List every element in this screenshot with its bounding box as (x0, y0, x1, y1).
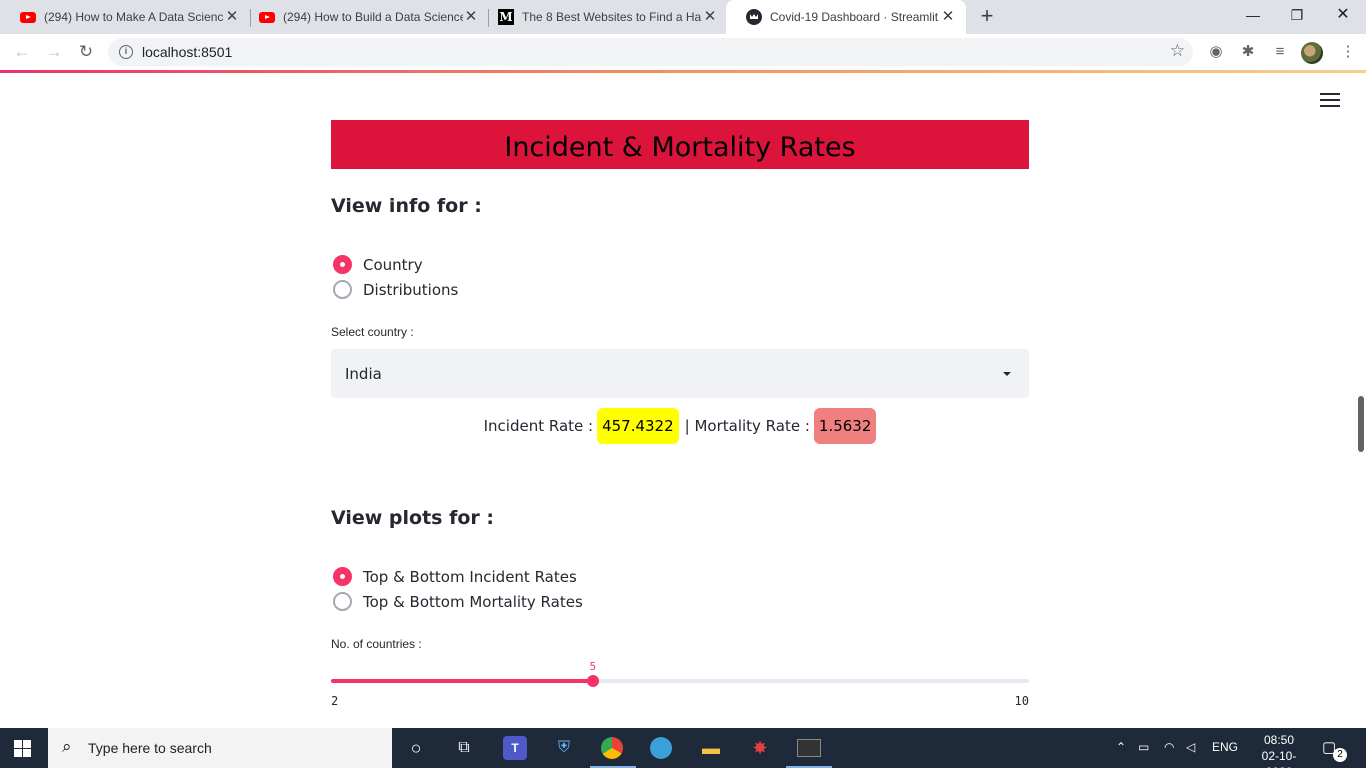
clock-date: 02-10-2020 (1261, 749, 1297, 779)
task-view-icon[interactable]: ⧉ (452, 736, 476, 760)
medium-icon: M (498, 9, 514, 25)
search-icon: ⌕ (62, 737, 72, 756)
chrome-icon[interactable] (601, 737, 623, 759)
restore-button[interactable]: ❐ (1274, 0, 1320, 30)
country-select[interactable]: India (331, 349, 1029, 398)
mortality-rate-value: 1.5632 (813, 408, 877, 444)
radio-label: Distributions (363, 280, 459, 299)
terminal-icon[interactable] (797, 739, 821, 757)
wifi-icon[interactable]: ◠ (1164, 740, 1174, 754)
select-country-label: Select country : (331, 325, 414, 339)
slider-max-value: 10 (1014, 694, 1029, 708)
radio-label: Top & Bottom Mortality Rates (363, 592, 583, 611)
radio-selected-icon[interactable] (333, 255, 352, 274)
forward-arrow-icon[interactable]: → (42, 40, 66, 64)
mortality-rate-label: | Mortality Rate : (684, 417, 810, 435)
search-placeholder: Type here to search (88, 740, 212, 756)
country-select-value: India (345, 365, 382, 383)
browser-tab-strip: (294) How to Make A Data Science ✕ (294)… (0, 0, 1366, 34)
cortana-circle-icon[interactable]: ○ (404, 736, 428, 760)
media-queue-icon[interactable]: ≡ (1270, 42, 1290, 62)
slider-current-value: 5 (589, 660, 597, 673)
clock-time: 08:50 (1263, 733, 1295, 747)
tab-covid-dashboard[interactable]: Covid-19 Dashboard · Streamlit ✕ (726, 0, 966, 34)
radio-option-country[interactable]: Country (333, 255, 423, 274)
streamlit-header-decoration (0, 70, 1366, 73)
tab-title: The 8 Best Websites to Find a Ha (522, 10, 702, 24)
slider-fill (331, 679, 593, 683)
radio-label: Country (363, 255, 423, 274)
main-content: Incident & Mortality Rates View info for… (331, 120, 1029, 708)
file-explorer-icon[interactable]: ▬ (699, 736, 723, 760)
kebab-menu-icon[interactable]: ⋮ (1338, 42, 1358, 62)
language-indicator[interactable]: ENG (1212, 740, 1238, 754)
radio-unselected-icon[interactable] (333, 592, 352, 611)
radio-option-mortality-rates[interactable]: Top & Bottom Mortality Rates (333, 592, 583, 611)
battery-icon[interactable]: ▭ (1138, 740, 1149, 754)
volume-icon[interactable]: ◁ (1186, 740, 1195, 754)
new-tab-button[interactable]: + (976, 5, 998, 27)
web-app-icon[interactable]: ✸ (748, 736, 772, 760)
browser-toolbar: ← → ↻ i localhost:8501 ☆ ◉ ✱ ≡ ⋮ (0, 34, 1366, 70)
incident-rate-label: Incident Rate : (483, 417, 594, 435)
incident-rate-value: 457.4322 (597, 408, 679, 444)
radio-label: Top & Bottom Incident Rates (363, 567, 577, 586)
tab-title: Covid-19 Dashboard · Streamlit (770, 10, 939, 24)
close-icon[interactable]: ✕ (940, 9, 956, 25)
countries-slider[interactable]: 5 (331, 660, 1029, 687)
windows-start-icon[interactable] (14, 740, 31, 757)
minimize-button[interactable]: — (1230, 0, 1276, 30)
reload-icon[interactable]: ↻ (74, 40, 98, 64)
window-close-button[interactable]: ✕ (1320, 0, 1366, 30)
notification-count-badge: 2 (1333, 748, 1347, 762)
tray-chevron-up-icon[interactable]: ⌃ (1116, 740, 1126, 754)
slider-min-value: 2 (331, 694, 339, 708)
caret-down-icon[interactable] (1003, 372, 1011, 376)
taskbar-clock[interactable]: 08:50 02-10-2020 (1250, 732, 1308, 780)
hamburger-menu-icon[interactable] (1320, 93, 1340, 109)
windows-taskbar: ⌕ Type here to search ○ ⧉ T ⛨ ▬ ✸ ⌃ ▭ ◠ … (0, 728, 1366, 779)
profile-avatar[interactable] (1301, 42, 1323, 64)
tab-youtube-data-science-2[interactable]: (294) How to Build a Data Science ✕ (239, 0, 489, 34)
extension-circle-icon[interactable]: ◉ (1206, 42, 1226, 62)
address-bar[interactable]: i localhost:8501 ☆ (108, 38, 1193, 66)
bookmark-star-icon[interactable]: ☆ (1170, 41, 1185, 61)
radio-selected-icon[interactable] (333, 567, 352, 586)
close-icon[interactable]: ✕ (224, 9, 240, 25)
tab-title: (294) How to Build a Data Science (283, 10, 463, 24)
close-icon[interactable]: ✕ (463, 9, 479, 25)
tab-medium-websites[interactable]: M The 8 Best Websites to Find a Ha ✕ (478, 0, 728, 34)
radio-unselected-icon[interactable] (333, 280, 352, 299)
info-icon[interactable]: i (119, 45, 133, 59)
back-arrow-icon[interactable]: ← (10, 40, 34, 64)
extensions-puzzle-icon[interactable]: ✱ (1238, 42, 1258, 62)
tab-youtube-data-science-1[interactable]: (294) How to Make A Data Science ✕ (0, 0, 250, 34)
url-text[interactable]: localhost:8501 (142, 44, 232, 60)
close-icon[interactable]: ✕ (702, 9, 718, 25)
youtube-icon (20, 11, 36, 23)
view-plots-heading: View plots for : (331, 507, 495, 529)
youtube-icon (259, 11, 275, 23)
taskbar-search-box[interactable]: ⌕ Type here to search (48, 728, 392, 768)
streamlit-icon (746, 9, 762, 25)
app-globe-icon[interactable] (650, 737, 672, 759)
slider-thumb[interactable] (586, 675, 599, 687)
radio-option-incident-rates[interactable]: Top & Bottom Incident Rates (333, 567, 577, 586)
page-scrollbar[interactable] (1358, 396, 1364, 452)
view-info-heading: View info for : (331, 195, 482, 217)
teams-icon[interactable]: T (503, 736, 527, 760)
radio-option-distributions[interactable]: Distributions (333, 280, 458, 299)
slider-label: No. of countries : (331, 637, 422, 651)
tab-title: (294) How to Make A Data Science (44, 10, 224, 24)
rates-summary: Incident Rate : 457.4322 | Mortality Rat… (331, 408, 1029, 444)
security-shield-icon[interactable]: ⛨ (552, 736, 576, 760)
page-title-banner: Incident & Mortality Rates (331, 120, 1029, 169)
